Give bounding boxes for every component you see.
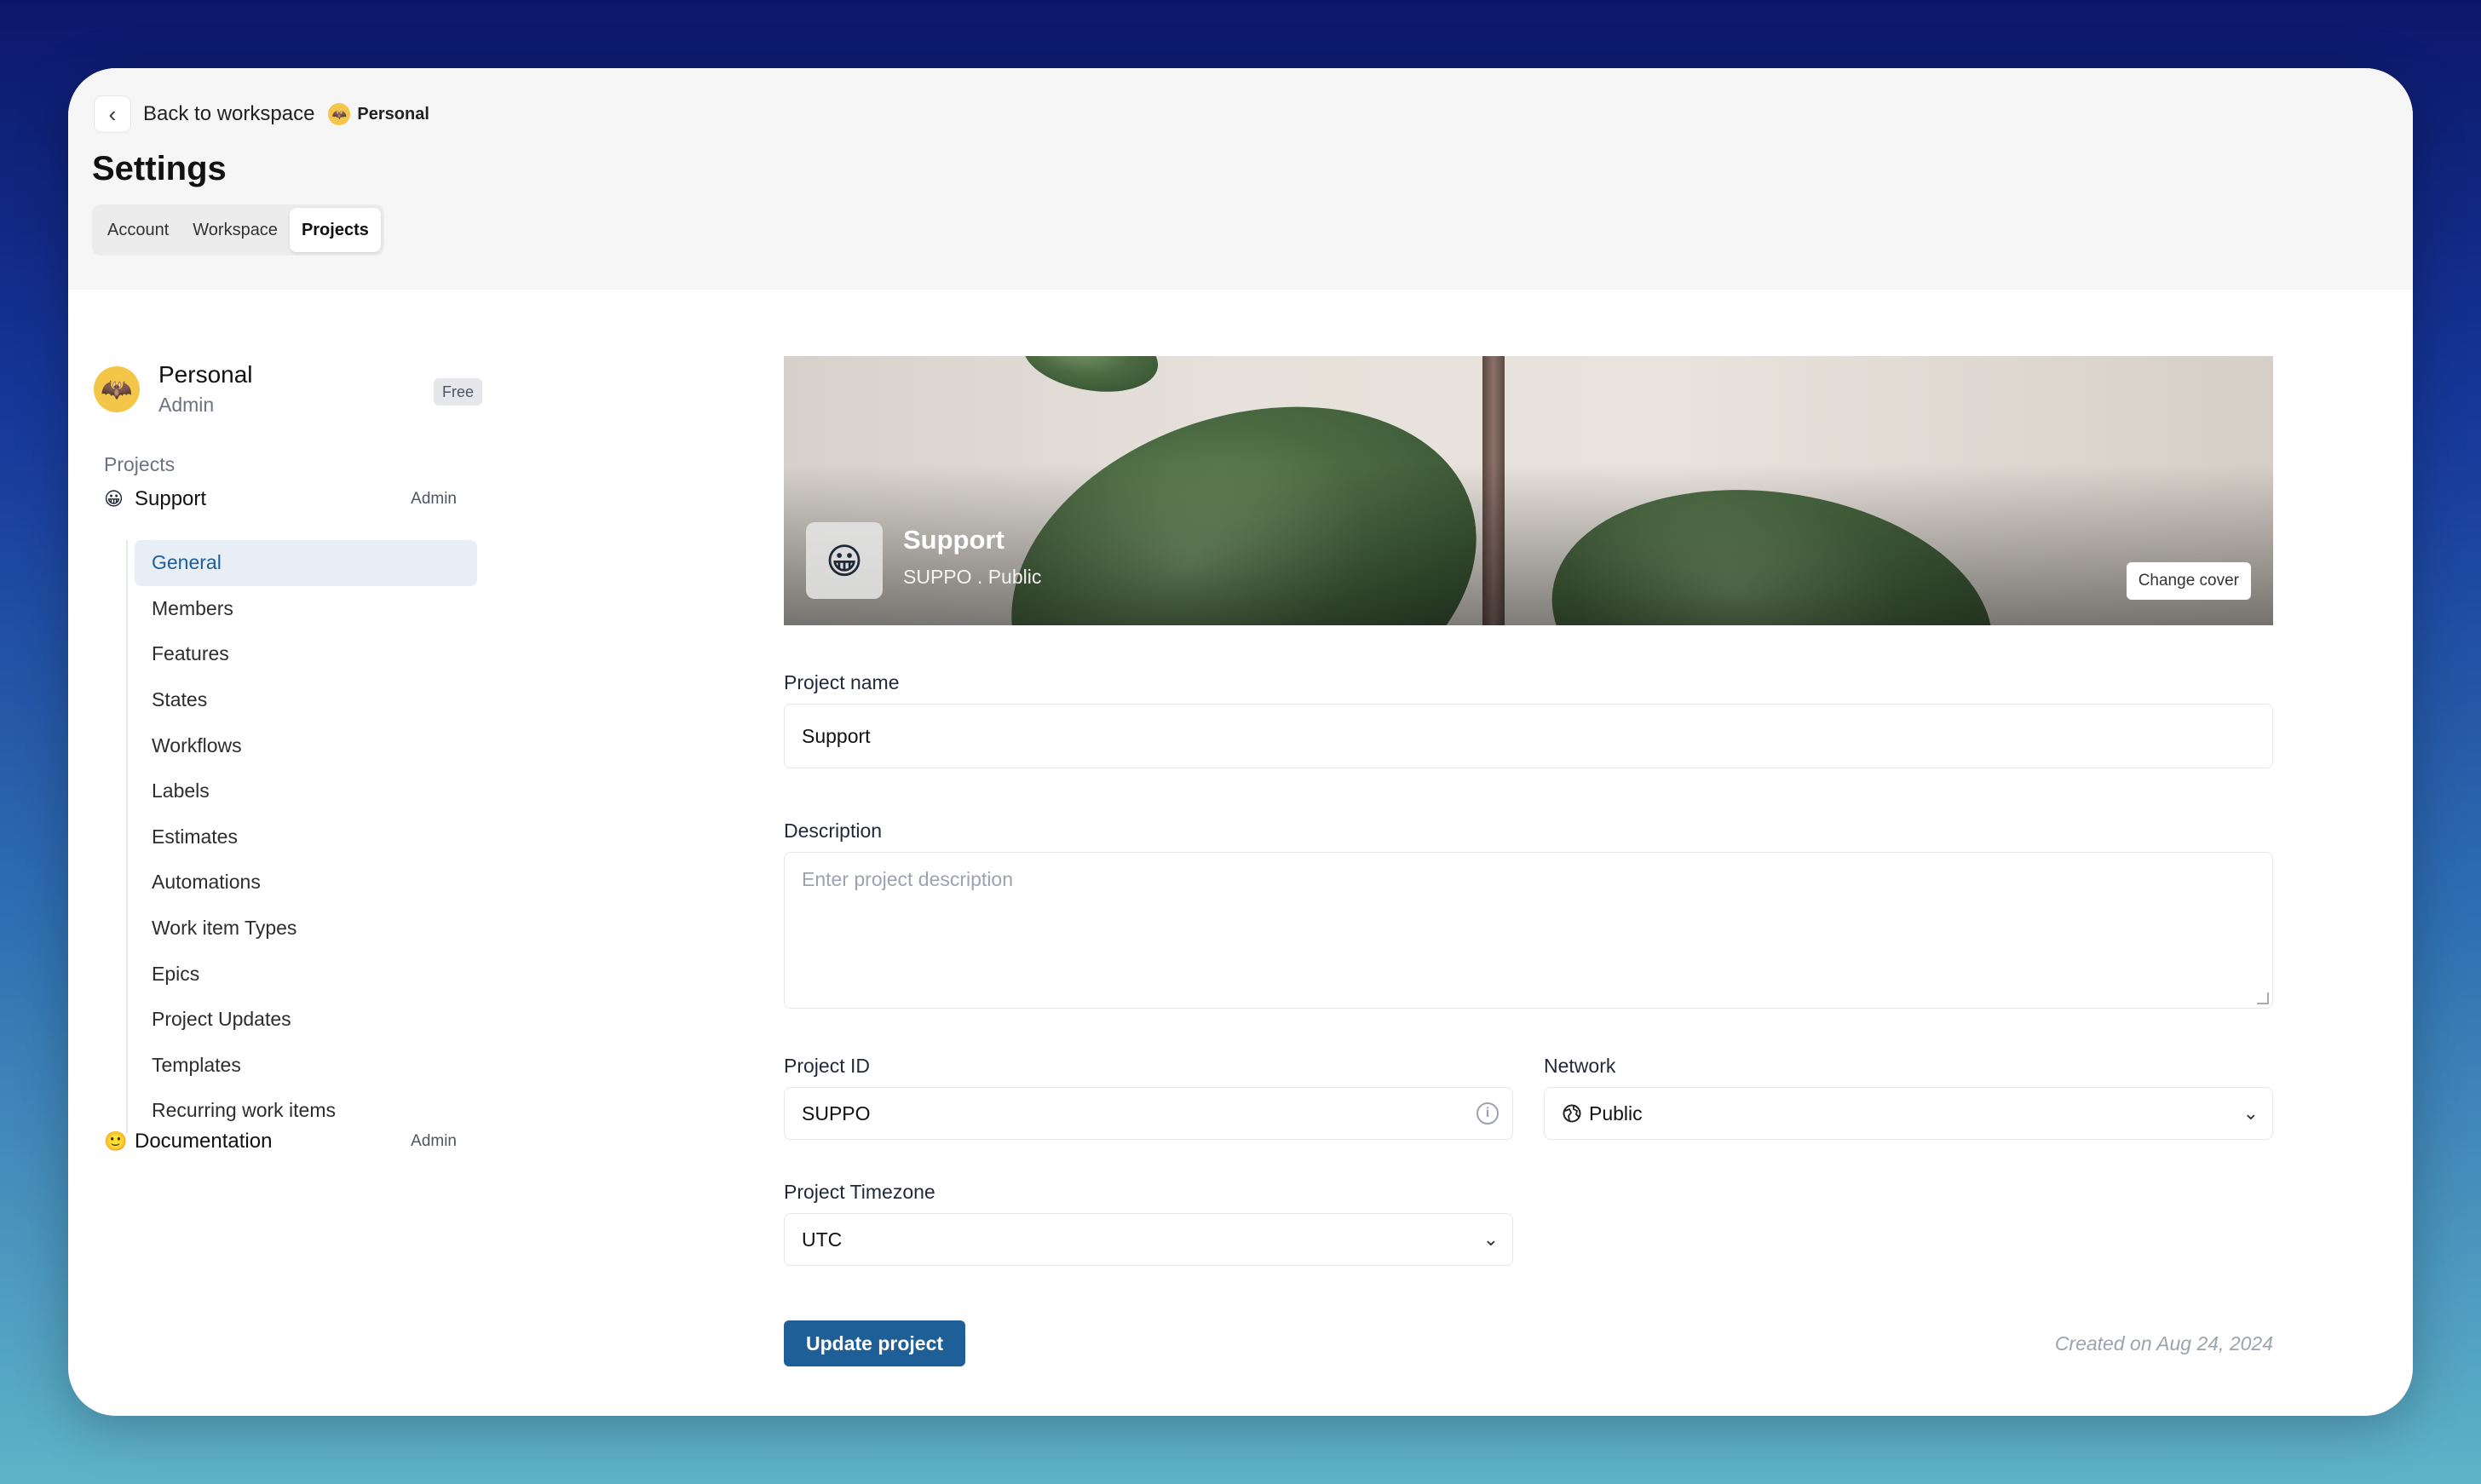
nav-general[interactable]: General bbox=[135, 540, 477, 586]
network-select[interactable]: Public ⌄ bbox=[1544, 1087, 2273, 1140]
nav-work-item-types[interactable]: Work item Types bbox=[135, 906, 477, 952]
cover-project-meta: SUPPO . Public bbox=[903, 566, 1042, 588]
created-date: Created on Aug 24, 2024 bbox=[2054, 1332, 2273, 1355]
project-name-input[interactable]: Support bbox=[784, 704, 2273, 768]
tab-workspace[interactable]: Workspace bbox=[181, 208, 290, 252]
back-label[interactable]: Back to workspace bbox=[143, 102, 314, 126]
description-label: Description bbox=[784, 820, 883, 842]
user-avatar-icon: 🦇 bbox=[94, 366, 140, 412]
settings-tabs: Account Workspace Projects bbox=[92, 204, 384, 256]
nav-automations[interactable]: Automations bbox=[135, 860, 477, 906]
chevron-left-icon[interactable]: ‹ bbox=[94, 95, 131, 133]
project-cover: 😀 Support SUPPO . Public Change cover bbox=[784, 356, 2273, 625]
plan-badge: Free bbox=[434, 378, 483, 406]
project-emoji-icon[interactable]: 😀 bbox=[806, 522, 883, 599]
network-value: Public bbox=[1589, 1101, 1643, 1125]
description-textarea[interactable]: Enter project description bbox=[784, 852, 2273, 1009]
project-id-value: SUPPO bbox=[802, 1101, 871, 1125]
globe-icon bbox=[1563, 1104, 1581, 1123]
project-emoji-icon: 😀 bbox=[104, 488, 124, 509]
workspace-name: Personal bbox=[357, 104, 429, 124]
page-title: Settings bbox=[92, 150, 227, 187]
back-to-workspace[interactable]: ‹ Back to workspace 🦇 Personal bbox=[94, 94, 429, 135]
change-cover-button[interactable]: Change cover bbox=[2126, 562, 2251, 600]
nav-estimates[interactable]: Estimates bbox=[135, 814, 477, 860]
tab-projects[interactable]: Projects bbox=[289, 208, 381, 252]
nav-features[interactable]: Features bbox=[135, 631, 477, 677]
nav-labels[interactable]: Labels bbox=[135, 768, 477, 814]
tab-account[interactable]: Account bbox=[95, 208, 181, 252]
project-settings-nav: General Members Features States Workflow… bbox=[126, 540, 477, 1134]
user-name: Personal bbox=[158, 361, 253, 388]
user-card: 🦇 Personal Admin Free bbox=[94, 359, 483, 419]
nav-members[interactable]: Members bbox=[135, 586, 477, 632]
cover-project-name: Support bbox=[903, 525, 1004, 555]
timezone-select[interactable]: UTC ⌄ bbox=[784, 1213, 1513, 1266]
project-role-badge: Admin bbox=[411, 1132, 457, 1150]
settings-window: ‹ Back to workspace 🦇 Personal Settings … bbox=[68, 68, 2413, 1416]
nav-templates[interactable]: Templates bbox=[135, 1043, 477, 1089]
network-label: Network bbox=[1544, 1055, 1616, 1077]
chevron-down-icon[interactable]: ⌄ bbox=[1483, 1228, 1499, 1251]
projects-section-label: Projects bbox=[104, 453, 176, 475]
project-name-value: Support bbox=[802, 724, 871, 747]
nav-states[interactable]: States bbox=[135, 677, 477, 723]
project-id-input[interactable]: SUPPO i bbox=[784, 1087, 1513, 1140]
cover-leaf bbox=[1017, 356, 1164, 402]
cover-shade bbox=[784, 463, 2273, 625]
settings-header: ‹ Back to workspace 🦇 Personal Settings … bbox=[68, 68, 2413, 290]
nav-project-updates[interactable]: Project Updates bbox=[135, 997, 477, 1043]
project-name-label: Project name bbox=[784, 671, 900, 693]
timezone-label: Project Timezone bbox=[784, 1181, 935, 1203]
chevron-down-icon[interactable]: ⌄ bbox=[2243, 1102, 2259, 1125]
resize-handle-icon[interactable] bbox=[2257, 992, 2269, 1004]
nav-workflows[interactable]: Workflows bbox=[135, 722, 477, 768]
description-placeholder: Enter project description bbox=[802, 868, 1014, 890]
user-role: Admin bbox=[158, 394, 215, 416]
project-id-label: Project ID bbox=[784, 1055, 870, 1077]
sidebar-project-support[interactable]: 😀 Support Admin bbox=[104, 482, 469, 516]
info-icon[interactable]: i bbox=[1477, 1102, 1499, 1125]
sidebar-project-documentation[interactable]: 🙂 Documentation Admin bbox=[104, 1125, 469, 1159]
project-emoji-icon: 🙂 bbox=[104, 1130, 128, 1152]
project-name[interactable]: Documentation bbox=[135, 1130, 272, 1153]
project-name[interactable]: Support bbox=[135, 487, 206, 511]
timezone-value: UTC bbox=[802, 1228, 843, 1251]
project-role-badge: Admin bbox=[411, 490, 457, 508]
nav-epics[interactable]: Epics bbox=[135, 951, 477, 997]
update-project-button[interactable]: Update project bbox=[784, 1320, 966, 1366]
workspace-avatar-icon: 🦇 bbox=[328, 103, 351, 125]
